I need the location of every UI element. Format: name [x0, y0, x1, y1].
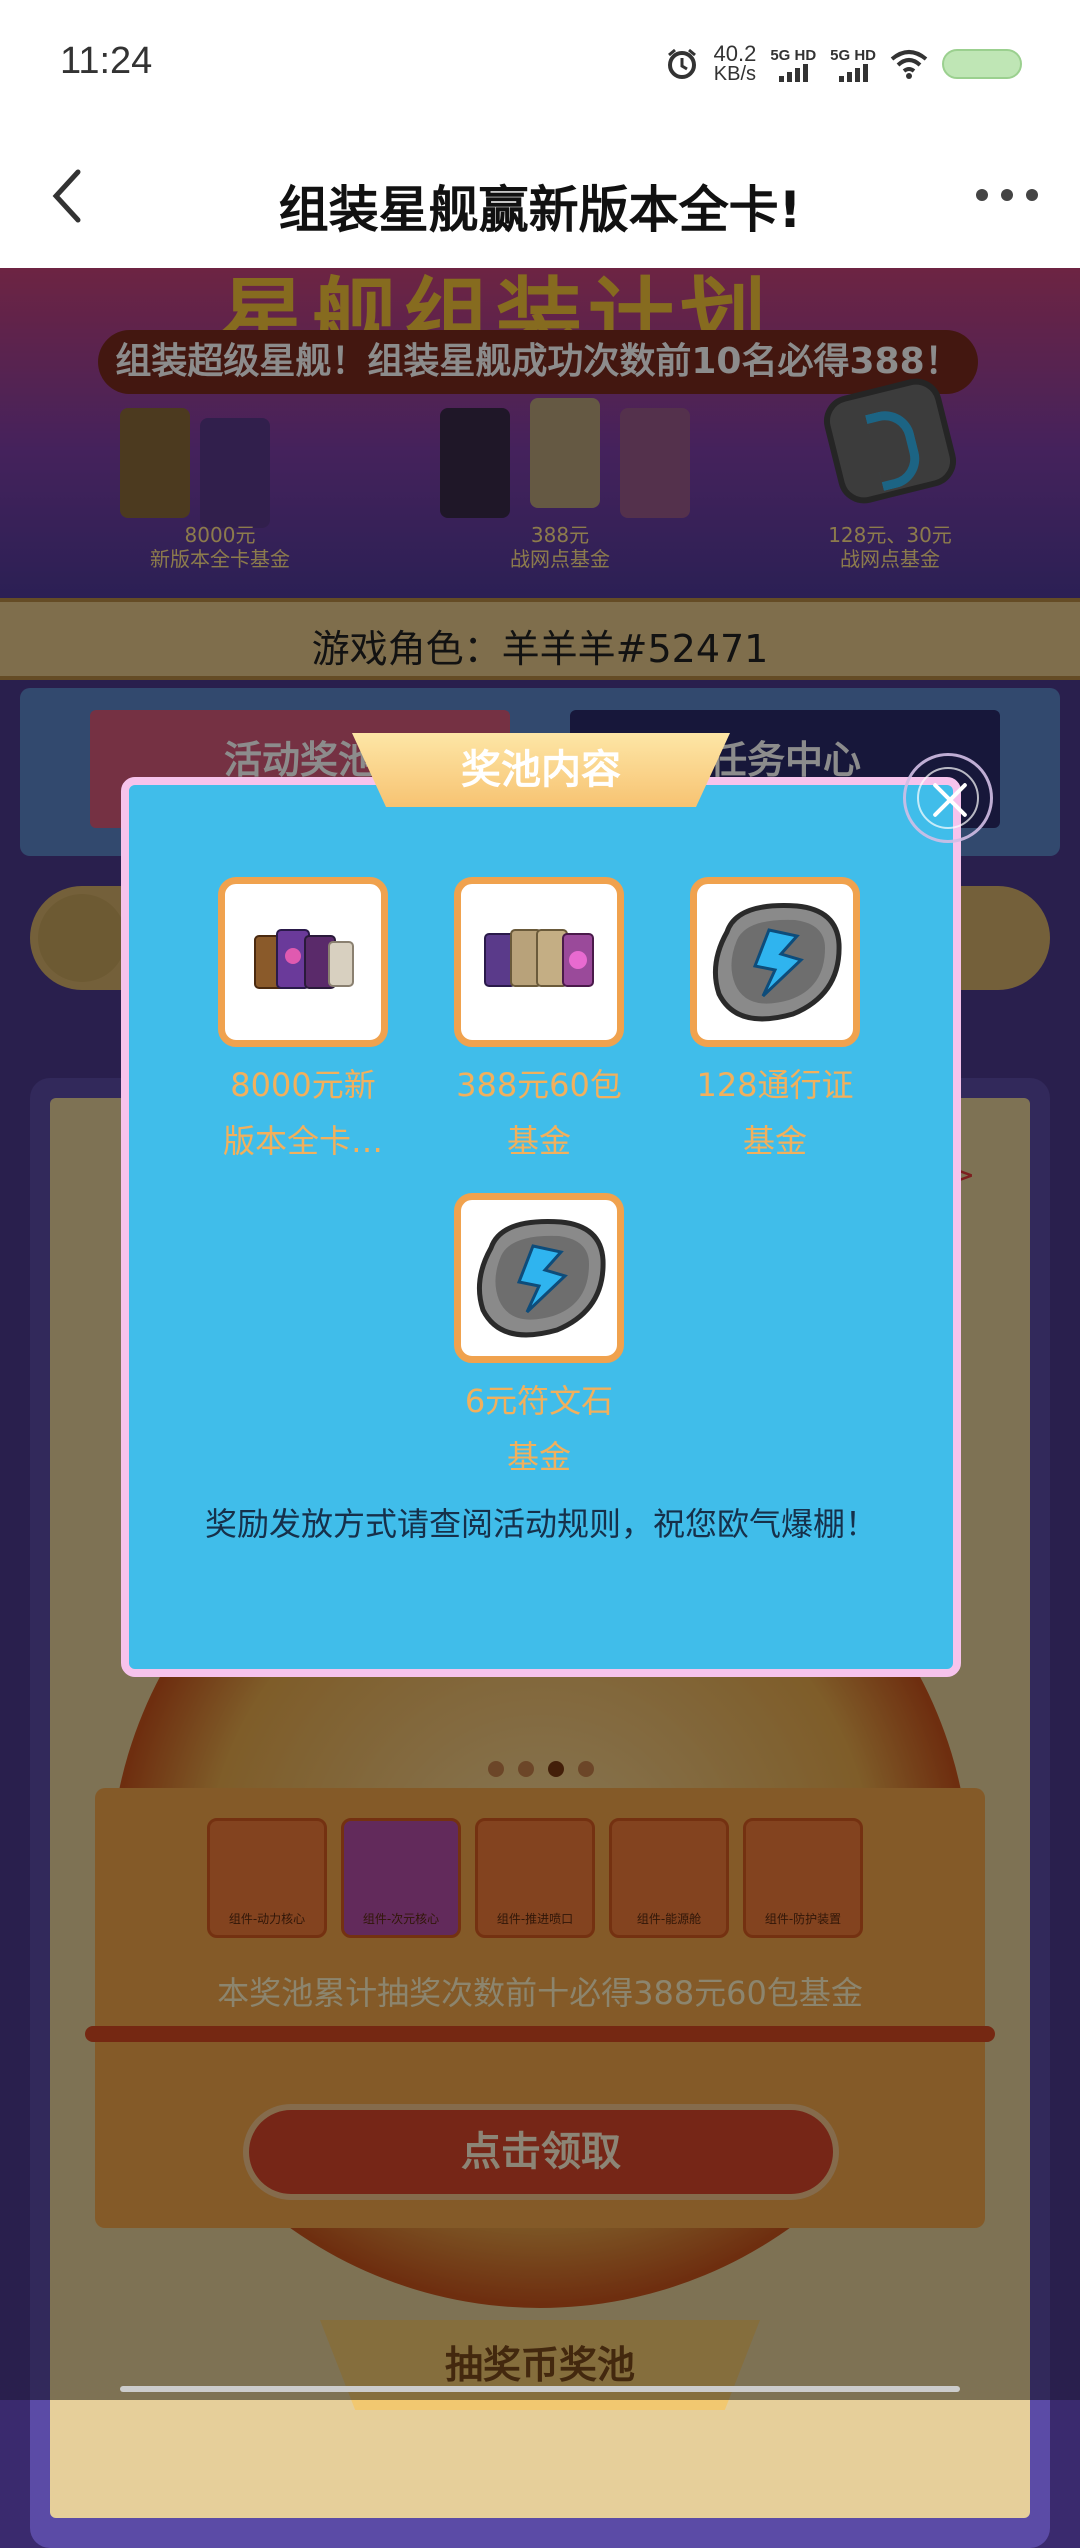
- status-time: 11:24: [60, 40, 153, 82]
- rune-stone-icon: [476, 1219, 606, 1338]
- reward-name: 8000元新 版本全卡…: [198, 1057, 408, 1169]
- wifi-icon: [890, 50, 928, 79]
- reward-icon-box: [218, 877, 388, 1047]
- scroll-indicator: [120, 2386, 960, 2392]
- reward-icon-box: [454, 877, 624, 1047]
- more-icon[interactable]: [972, 180, 1042, 210]
- signal-2: 5G HD: [830, 47, 876, 82]
- reward-icon-box: [454, 1193, 624, 1363]
- status-icons: 40.2 KB/s 5G HD 5G HD: [665, 41, 1022, 85]
- signal-bars-icon: [838, 63, 868, 82]
- reward-name-line2: 基金: [742, 1122, 807, 1160]
- modal-title: 奖池内容: [352, 733, 730, 807]
- reward-name: 6元符文石基金: [434, 1373, 644, 1485]
- alarm-icon: [668, 48, 697, 79]
- reward-name: 128通行证 基金: [670, 1057, 880, 1169]
- net-speed-unit: KB/s: [713, 63, 757, 85]
- reward-name-line1: 388元60包: [456, 1066, 622, 1104]
- page-title: 组装星舰赢新版本全卡!: [278, 181, 802, 239]
- net-speed-value: 40.2: [713, 41, 757, 66]
- card-pack-icon: [484, 929, 594, 987]
- close-button[interactable]: [903, 753, 993, 843]
- status-bar: 11:24 40.2 KB/s 5G HD 5G HD: [0, 0, 1080, 130]
- reward-name-line2: 版本全卡…: [222, 1122, 383, 1160]
- modal-note: 奖励发放方式请查阅活动规则，祝您欧气爆棚！: [204, 1505, 877, 1543]
- reward-name-line1: 128通行证: [696, 1066, 854, 1104]
- reward-name-line2: 基金: [506, 1438, 571, 1476]
- reward-name: 388元60包 基金: [434, 1057, 644, 1169]
- signal-1-label: 5G HD: [770, 46, 817, 64]
- signal-1: 5G HD: [770, 47, 816, 82]
- signal-bars-icon: [778, 63, 808, 82]
- net-speed: 40.2 KB/s: [713, 41, 757, 85]
- reward-name-line1: 6元符文石: [464, 1382, 614, 1420]
- battery-icon: [942, 49, 1022, 79]
- close-icon: [917, 767, 979, 829]
- rune-stone-icon: [712, 903, 842, 1022]
- card-pack-icon: [254, 929, 354, 989]
- signal-2-label: 5G HD: [830, 46, 876, 64]
- reward-name-line2: 基金: [506, 1122, 571, 1160]
- reward-icon-box: [690, 877, 860, 1047]
- reward-name-line1: 8000元新: [230, 1066, 376, 1104]
